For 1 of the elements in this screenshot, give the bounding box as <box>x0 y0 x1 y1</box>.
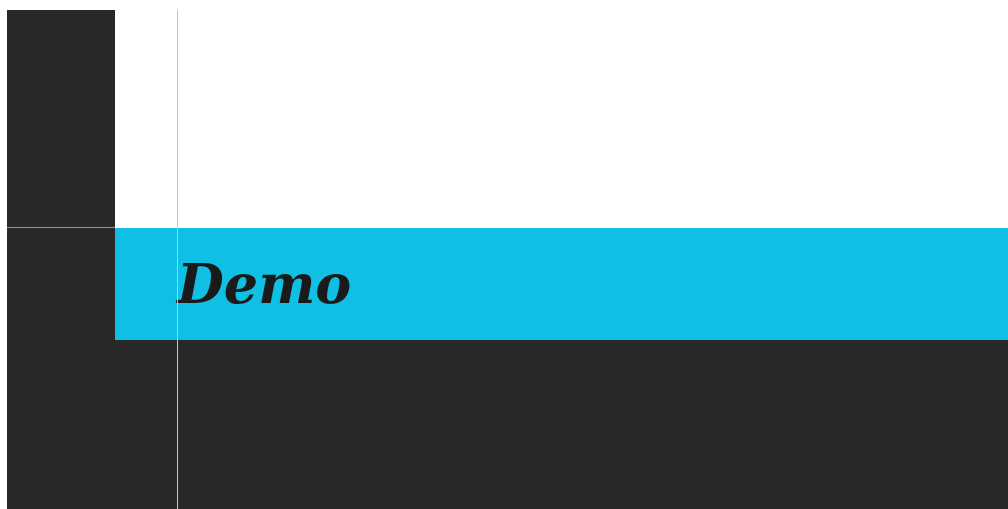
banner-text: Demo <box>177 257 352 311</box>
